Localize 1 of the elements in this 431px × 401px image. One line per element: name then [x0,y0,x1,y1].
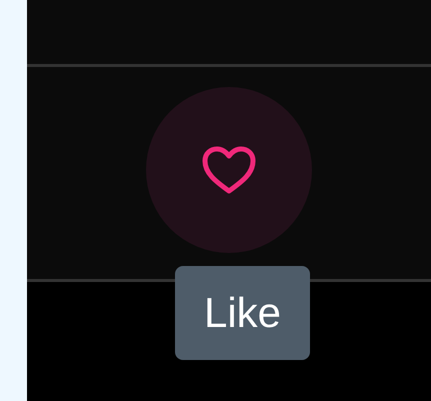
tooltip: Like [175,266,310,360]
